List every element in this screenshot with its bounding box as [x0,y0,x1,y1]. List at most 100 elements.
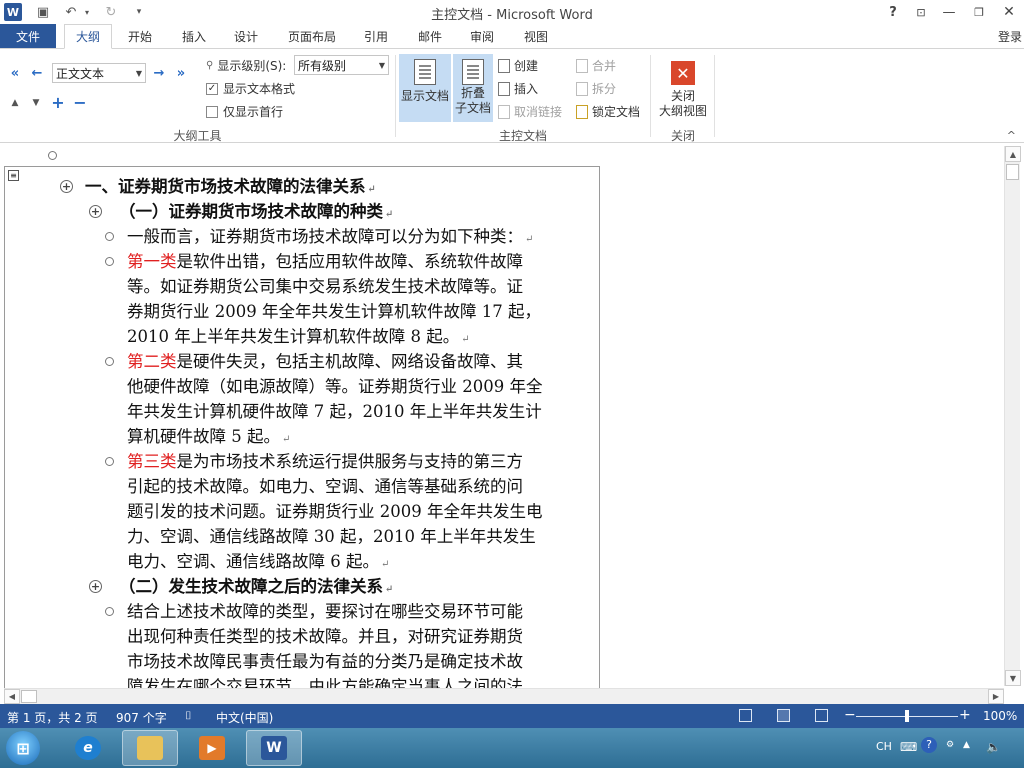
demote-icon[interactable]: → [150,64,168,82]
outline-text-line[interactable]: 算机硬件故障 5 起。 ↵ [127,424,290,449]
move-up-icon[interactable]: ▲ [6,94,24,112]
web-layout-icon[interactable] [815,709,828,722]
tab-file[interactable]: 文件 [0,24,56,48]
outline-level-select[interactable]: 正文文本 ▼ [52,63,146,83]
scroll-left-icon[interactable]: ◀ [4,689,20,704]
zoom-slider-thumb[interactable] [905,710,909,722]
outline-expand-icon[interactable]: + [60,180,73,193]
taskbar-word[interactable]: W [246,730,302,766]
split-subdocument-button[interactable]: 拆分 [576,80,616,97]
scroll-down-icon[interactable]: ▼ [1005,670,1021,686]
collapse-icon[interactable]: − [71,93,89,112]
zoom-level[interactable]: 100% [983,709,1017,723]
outline-text-line[interactable]: 等。如证券期货公司集中交易系统发生技术故障等。证 [127,274,523,299]
first-line-only-checkbox[interactable]: 仅显示首行 [206,103,283,120]
read-mode-icon[interactable] [739,709,752,722]
ribbon-display-options-icon[interactable]: ⊡ [906,0,936,24]
outline-expand-icon[interactable]: + [89,205,102,218]
horizontal-scrollbar[interactable]: ◀ ▶ [4,688,1004,704]
word-count[interactable]: 907 个字 [116,709,167,726]
undo-dropdown-icon[interactable]: ▾ [82,2,92,22]
taskbar-internet-explorer[interactable]: e [60,730,116,766]
tab-insert[interactable]: 插入 [172,24,216,48]
outline-text-line[interactable]: 第二类是硬件失灵，包括主机故障、网络设备故障、其 [127,349,523,374]
tab-outline[interactable]: 大纲 [64,24,112,49]
outline-text-line[interactable]: 一般而言，证券期货市场技术故障可以分为如下种类： ↵ [127,224,533,249]
outline-heading[interactable]: （二）发生技术故障之后的法律关系 ↵ [119,574,393,599]
outline-text-line[interactable]: 市场技术故障民事责任最为有益的分类乃是确定技术故 [127,649,523,674]
tab-design[interactable]: 设计 [224,24,268,48]
volume-icon[interactable]: 🔈 [986,740,1001,754]
help-button[interactable]: ? [878,0,908,24]
collapse-subdocuments-button[interactable]: 折叠 子文档 [453,54,493,122]
outline-bullet-icon[interactable] [105,607,114,616]
promote-icon[interactable]: ← [28,64,46,82]
insert-subdocument-button[interactable]: 插入 [498,80,538,97]
vertical-scroll-thumb[interactable] [1006,164,1019,180]
ime-indicator[interactable]: CH [876,740,892,753]
scroll-right-icon[interactable]: ▶ [988,689,1004,704]
close-outline-view-button[interactable]: ✕ 关闭 大纲视图 [656,51,710,123]
customize-toolbar-icon[interactable]: ▾ [128,2,150,22]
redo-icon[interactable]: ↻ [100,2,122,22]
taskbar-media-player[interactable]: ▶ [184,730,240,766]
unlink-subdocument-button[interactable]: 取消链接 [498,103,562,120]
move-down-icon[interactable]: ▼ [27,94,45,112]
scroll-up-icon[interactable]: ▲ [1005,146,1021,162]
outline-heading[interactable]: （一）证券期货市场技术故障的种类 ↵ [119,199,393,224]
tab-review[interactable]: 审阅 [460,24,504,48]
outline-bullet-icon[interactable] [105,232,114,241]
tab-view[interactable]: 视图 [514,24,558,48]
create-subdocument-button[interactable]: 创建 [498,57,538,74]
proofing-icon[interactable]: ⌷ [185,709,192,723]
outline-text-line[interactable]: 年共发生计算机硬件故障 7 起，2010 年上半年共发生计 [127,399,542,424]
outline-text-line[interactable]: 2010 年上半年共发生计算机软件故障 8 起。 ↵ [127,324,470,349]
outline-heading[interactable]: 一、证券期货市场技术故障的法律关系 ↵ [85,174,376,199]
outline-bullet-icon[interactable] [105,457,114,466]
keyboard-icon[interactable]: ⌨ [900,740,917,754]
expand-icon[interactable]: + [49,93,67,112]
close-window-button[interactable]: ✕ [994,0,1024,24]
help-tray-icon[interactable]: ? [921,737,937,753]
save-icon[interactable]: ▣ [32,2,54,22]
tab-references[interactable]: 引用 [354,24,398,48]
vertical-scrollbar[interactable]: ▲ ▼ [1004,146,1021,686]
promote-to-heading1-icon[interactable]: « [6,64,24,82]
subdocument-icon[interactable]: ≡ [8,170,19,181]
zoom-in-button[interactable]: + [959,707,971,723]
lock-document-button[interactable]: 锁定文档 [576,103,640,120]
tab-mailings[interactable]: 邮件 [408,24,452,48]
demote-to-body-icon[interactable]: » [172,64,190,82]
outline-bullet-icon[interactable] [105,357,114,366]
collapse-ribbon-icon[interactable]: ^ [1007,129,1016,142]
outline-text-line[interactable]: 出现何种责任类型的技术故障。并且，对研究证券期货 [127,624,523,649]
minimize-button[interactable]: — [934,0,964,24]
outline-bullet-icon[interactable] [105,257,114,266]
document-page[interactable]: ≡ + 一、证券期货市场技术故障的法律关系 ↵ + （一）证券期货市场技术故障的种类 ↵ 一… [4,166,600,690]
outline-text-line[interactable]: 第三类是为市场技术系统运行提供服务与支持的第三方 [127,449,523,474]
login-link[interactable]: 登录 [998,28,1022,45]
tab-page-layout[interactable]: 页面布局 [282,24,342,48]
outline-text-line[interactable]: 他硬件故障（如电源故障）等。证券期货行业 2009 年全 [127,374,542,399]
restore-button[interactable]: ❐ [964,0,994,24]
outline-text-line[interactable]: 券期货行业 2009 年全年共发生计算机软件故障 17 起， [127,299,541,324]
horizontal-scroll-thumb[interactable] [21,690,37,703]
undo-icon[interactable]: ↶ [60,2,82,22]
taskbar-file-explorer[interactable] [122,730,178,766]
outline-text-line[interactable]: 引起的技术故障。如电力、空调、通信等基础系统的问 [127,474,523,499]
page-count[interactable]: 第 1 页，共 2 页 [7,709,98,726]
outline-text-line[interactable]: 结合上述技术故障的类型，要探讨在哪些交易环节可能 [127,599,523,624]
word-app-icon[interactable]: W [4,3,22,21]
zoom-out-button[interactable]: − [844,707,856,723]
tray-options-icon[interactable]: ⚙ [946,740,954,750]
outline-text-line[interactable]: 题引发的技术问题。证券期货行业 2009 年全年共发生电 [127,499,542,524]
print-layout-icon[interactable] [777,709,790,722]
show-hidden-icons-icon[interactable]: ▲ [963,740,970,750]
show-level-select[interactable]: 所有级别 ▼ [294,55,389,75]
outline-text-line[interactable]: 电力、空调、通信线路故障 6 起。 ↵ [127,549,389,574]
start-button[interactable]: ⊞ [6,731,40,765]
show-document-button[interactable]: 显示文档 [399,54,451,122]
outline-expand-icon[interactable]: + [89,580,102,593]
show-text-format-checkbox[interactable]: ✓ 显示文本格式 [206,80,295,97]
outline-text-line[interactable]: 力、空调、通信线路故障 30 起，2010 年上半年共发生 [127,524,536,549]
